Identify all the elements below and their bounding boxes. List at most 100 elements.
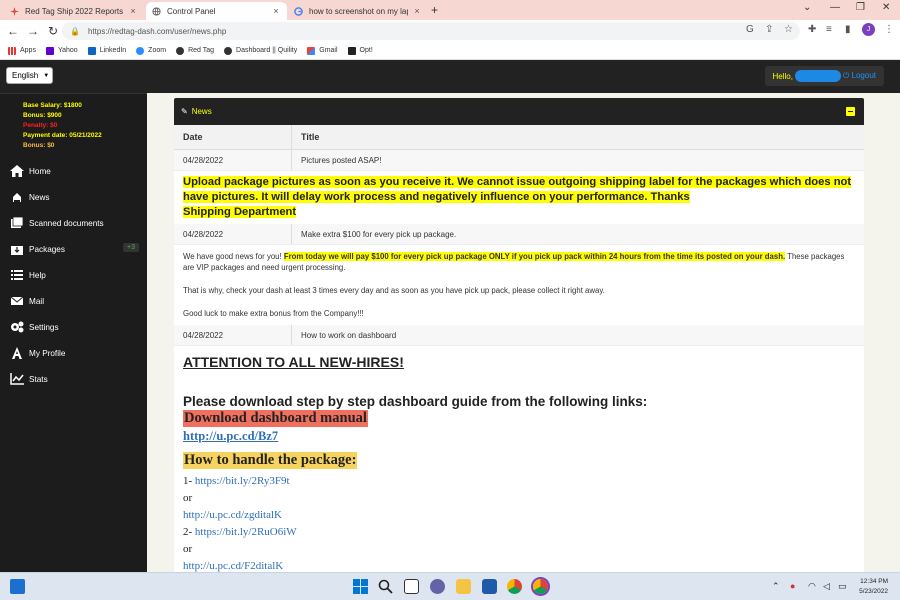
news-body: Upload package pictures as soon as you r… (174, 171, 864, 224)
bookmark-yahoo[interactable]: Yahoo (45, 46, 78, 55)
news-row[interactable]: 04/28/2022 How to work on dashboard (174, 325, 864, 346)
tab-control-panel[interactable]: Control Panel × (146, 2, 287, 20)
guide-link[interactable]: http://u.pc.cd/F2ditalK (183, 558, 855, 572)
gmail-icon (307, 46, 316, 55)
guide-link[interactable]: http://u.pc.cd/zgditalK (183, 507, 855, 524)
reading-list-icon[interactable]: ≡ (826, 24, 832, 35)
windows-start-icon[interactable] (353, 579, 368, 594)
scanned-documents-icon (10, 217, 24, 229)
bookmark-opt[interactable]: Opt! (347, 46, 373, 55)
bookmark-linkedin[interactable]: LinkedIn (87, 46, 127, 55)
share-icon[interactable]: ⇪ (765, 24, 773, 35)
sidebar-item-news[interactable]: News (0, 184, 147, 210)
profile-avatar[interactable]: J (862, 23, 875, 36)
google-lens-icon[interactable]: G (746, 24, 754, 35)
manual-link[interactable]: http://u.pc.cd/Bz7 (183, 429, 855, 444)
chrome-icon[interactable] (507, 579, 522, 594)
system-clock[interactable]: 12:34 PM 5/23/2022 (859, 577, 888, 597)
news-body-line: have pictures. It will delay work proces… (183, 191, 690, 203)
reload-button[interactable]: ↻ (43, 24, 63, 38)
news-panel: ✎ News Date Title 04/28/2022 Pictures po… (174, 98, 864, 572)
chevron-up-icon[interactable]: ⌃ (772, 581, 780, 592)
sidebar-item-label: Mail (29, 296, 45, 306)
list-item: 1- https://bit.ly/2Ry3F9t (183, 473, 855, 490)
widgets-icon[interactable] (10, 579, 25, 594)
salary-info: Base Salary: $1800 Bonus: $900 Penalty: … (0, 94, 147, 151)
url-field[interactable]: 🔒 https://redtag-dash.com/user/news.php (62, 22, 800, 40)
new-tab-button[interactable]: + (431, 3, 438, 17)
file-explorer-icon[interactable] (456, 579, 471, 594)
sidebar-menu: Home News Scanned documents Packages +3 … (0, 158, 147, 392)
user-greeting: Hello, ⏻ Logout (764, 66, 884, 86)
bookmark-gmail[interactable]: Gmail (307, 46, 338, 55)
sidebar-item-label: News (29, 192, 50, 202)
profile-icon (10, 347, 24, 359)
news-row[interactable]: 04/28/2022 Pictures posted ASAP! (174, 150, 864, 171)
bookmark-red-tag[interactable]: Red Tag (176, 46, 214, 55)
collapse-button[interactable] (846, 107, 855, 116)
tab-close-button[interactable]: × (271, 6, 281, 16)
logout-link[interactable]: ⏻ Logout (843, 71, 876, 81)
news-row[interactable]: 04/28/2022 Make extra $100 for every pic… (174, 224, 864, 245)
sidebar-item-home[interactable]: Home (0, 158, 147, 184)
tab-close-button[interactable]: × (412, 6, 422, 16)
globe-icon (224, 46, 233, 55)
news-highlight: From today we will pay $100 for every pi… (283, 252, 786, 261)
task-view-icon[interactable] (404, 579, 419, 594)
sidebar-panel-icon[interactable]: ▮ (845, 24, 851, 35)
sidebar-item-stats[interactable]: Stats (0, 366, 147, 392)
maximize-button[interactable]: ❐ (856, 2, 865, 13)
bookmark-dashboard[interactable]: Dashboard || Quility (224, 46, 297, 55)
logout-label: Logout (851, 71, 876, 80)
antivirus-icon[interactable]: ● (790, 581, 795, 591)
sidebar-item-settings[interactable]: Settings (0, 314, 147, 340)
sidebar-item-my-profile[interactable]: My Profile (0, 340, 147, 366)
battery-icon[interactable]: ▭ (838, 581, 847, 592)
news-title: Make extra $100 for every pick up packag… (301, 229, 457, 239)
lock-icon: 🔒 (70, 26, 80, 36)
sidebar-item-packages[interactable]: Packages +3 (0, 236, 147, 262)
minimize-button[interactable]: — (830, 2, 840, 13)
wifi-icon[interactable]: ◠ (808, 581, 816, 592)
language-value: English (12, 71, 39, 80)
chrome-profile-icon[interactable] (533, 579, 548, 594)
payment-date: Payment date: 05/21/2022 (23, 132, 102, 139)
close-window-button[interactable]: ✕ (882, 2, 890, 13)
settings-icon (10, 321, 24, 333)
sidebar-item-label: Settings (29, 322, 59, 332)
tab-how-to-screenshot[interactable]: how to screenshot on my laptop × (288, 2, 428, 20)
tab-label: how to screenshot on my laptop (309, 6, 408, 16)
news-body: ATTENTION TO ALL NEW-HIRES! Please downl… (174, 346, 864, 572)
tab-red-tag-reports[interactable]: Red Tag Ship 2022 Reports & Re × (4, 2, 144, 20)
packages-count-badge: +3 (123, 243, 139, 252)
store-icon[interactable] (482, 579, 497, 594)
more-menu-icon[interactable]: ⋮ (884, 24, 894, 35)
guide-links-list: 1- https://bit.ly/2Ry3F9t or http://u.pc… (183, 473, 855, 572)
chat-icon[interactable] (430, 579, 445, 594)
download-intro: Please download step by step dashboard g… (183, 394, 648, 409)
volume-icon[interactable]: ◁ (823, 581, 830, 592)
bookmark-label: LinkedIn (99, 47, 127, 54)
sidebar-item-scanned-documents[interactable]: Scanned documents (0, 210, 147, 236)
bookmark-apps[interactable]: Apps (8, 46, 36, 55)
bookmark-zoom[interactable]: Zoom (136, 46, 166, 55)
chevron-down-icon[interactable]: ⌄ (803, 2, 811, 13)
forward-button[interactable]: → (23, 24, 43, 38)
bookmark-star-icon[interactable]: ☆ (784, 24, 793, 35)
news-table-header: Date Title (174, 125, 864, 150)
extensions-icon[interactable]: ✚ (808, 24, 816, 35)
language-select[interactable]: English ▼ (6, 67, 53, 84)
tab-close-button[interactable]: × (128, 6, 138, 16)
penalty: Penalty: $0 (23, 122, 58, 129)
search-icon[interactable] (378, 579, 393, 594)
guide-link[interactable]: https://bit.ly/2Ry3F9t (195, 475, 290, 487)
back-button[interactable]: ← (3, 24, 23, 38)
news-text: We have good news for you! (183, 252, 282, 261)
sidebar-item-mail[interactable]: Mail (0, 288, 147, 314)
sidebar-item-label: Home (29, 166, 51, 176)
home-icon (10, 165, 24, 177)
guide-link[interactable]: https://bit.ly/2RuO6iW (195, 526, 297, 538)
sidebar-item-help[interactable]: Help (0, 262, 147, 288)
url-text: https://redtag-dash.com/user/news.php (87, 26, 227, 36)
news-body-line: Upload package pictures as soon as you r… (183, 176, 852, 188)
